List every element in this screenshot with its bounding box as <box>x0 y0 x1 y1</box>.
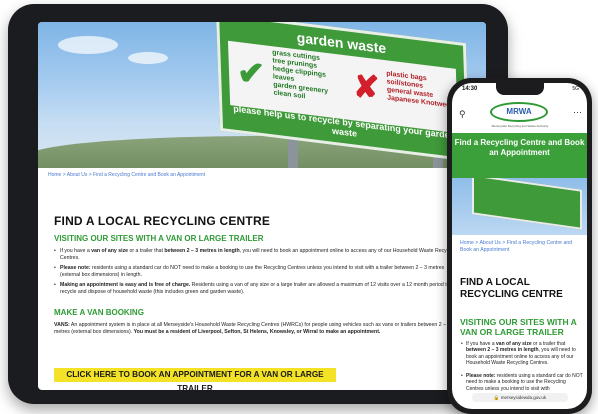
bullet-bold: Please note: <box>60 265 91 271</box>
bullet-text: residents using a standard car do NOT ne… <box>60 265 445 278</box>
cloud <box>58 36 118 54</box>
hero-image: garden waste ✔ grass cuttings tree pruni… <box>38 22 486 168</box>
book-appointment-button[interactable]: CLICK HERE TO BOOK AN APPOINTMENT FOR A … <box>54 368 336 390</box>
vans-label: VANS: <box>54 322 70 328</box>
garden-waste-sign <box>472 178 582 230</box>
cloud <box>128 52 168 64</box>
more-icon[interactable]: ⋯ <box>573 107 582 118</box>
phone-device: 14:30 5G ⚲ MRWA Merseyside Recycling and… <box>447 78 592 414</box>
bullet-text: If you have a <box>466 341 497 347</box>
url-text: merseysidewda.gov.uk <box>500 395 547 400</box>
breadcrumb[interactable]: Home > About Us > Find a Recycling Centr… <box>460 240 582 253</box>
bullet-text: or a trailer that <box>531 341 566 347</box>
mrwa-logo[interactable]: MRWA <box>490 102 548 122</box>
bullet-bold: between 2 – 3 metres in length <box>164 248 240 254</box>
section-subheading: VISITING OUR SITES WITH A VAN OR LARGE T… <box>54 234 264 243</box>
logo-subtitle: Merseyside Recycling and Waste Authority <box>491 124 549 128</box>
cross-icon: ✘ <box>352 67 381 107</box>
breadcrumb[interactable]: Home > About Us > Find a Recycling Centr… <box>48 172 205 178</box>
page-banner: Find a Recycling Centre and Book an Appo… <box>452 133 587 178</box>
tablet-screen: garden waste ✔ grass cuttings tree pruni… <box>38 22 486 390</box>
status-time: 14:30 <box>462 86 478 92</box>
phone-notch <box>496 83 544 95</box>
hero-image <box>452 178 587 235</box>
rejected-list: plastic bags soil/stones general waste J… <box>386 70 454 110</box>
section-subheading: VISITING OUR SITES WITH A VAN OR LARGE T… <box>460 317 577 337</box>
bullet-bold: van of any size <box>91 248 129 254</box>
list-item: Please note: residents using a standard … <box>461 373 584 392</box>
section-subheading: MAKE A VAN BOOKING <box>54 308 144 317</box>
lock-icon: 🔒 <box>493 395 500 400</box>
bullet-text: or a trailer that <box>128 248 165 254</box>
bullet-bold: between 2 – 3 metres in length <box>466 347 539 354</box>
list-item: Making an appointment is easy and is fre… <box>54 282 460 296</box>
bullet-bold: Making an appointment is easy and is fre… <box>60 282 191 288</box>
list-item: If you have a van of any size or a trail… <box>461 341 584 366</box>
bullet-text: If you have a <box>60 248 92 254</box>
bullet-bold: Please note: <box>466 373 496 379</box>
phone-screen: 14:30 5G ⚲ MRWA Merseyside Recycling and… <box>452 83 587 409</box>
list-item: If you have a van of any size or a trail… <box>54 248 460 262</box>
status-signal: 5G <box>572 86 579 92</box>
page-title: FIND A LOCAL RECYCLING CENTRE <box>460 277 563 300</box>
tablet-device: garden waste ✔ grass cuttings tree pruni… <box>8 4 508 404</box>
tick-icon: ✔ <box>236 52 267 95</box>
search-icon[interactable]: ⚲ <box>459 109 466 120</box>
list-item: Please note: residents using a standard … <box>54 265 460 279</box>
vans-paragraph: VANS: An appointment system is in place … <box>54 322 464 336</box>
page-title: FIND A LOCAL RECYCLING CENTRE <box>54 214 271 228</box>
url-bar[interactable]: 🔒 merseysidewda.gov.uk <box>472 393 568 402</box>
accepted-list: grass cuttings tree prunings hedge clipp… <box>272 49 329 104</box>
bullet-bold: van of any size <box>496 341 532 347</box>
vans-bold: You must be a resident of Liverpool, Sef… <box>133 329 381 335</box>
